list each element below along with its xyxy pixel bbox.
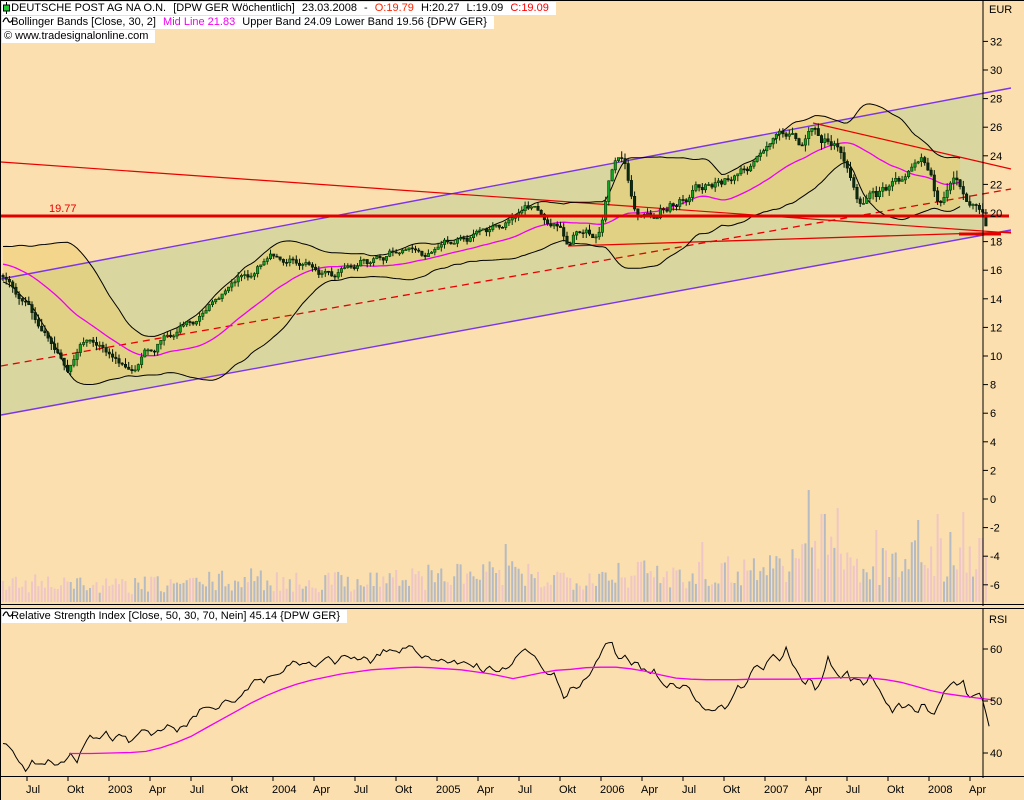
time-tick-label: Apr bbox=[641, 784, 658, 796]
time-tick-label: Okt bbox=[559, 784, 576, 796]
rsi-tick-label: 60 bbox=[990, 644, 1002, 656]
rsi-axis-unit: RSI bbox=[989, 614, 1007, 626]
time-tick-label: Okt bbox=[231, 784, 248, 796]
time-tick-label: Apr bbox=[313, 784, 330, 796]
dash-separator: - bbox=[364, 2, 368, 14]
time-tick-label: Jul bbox=[354, 784, 368, 796]
rsi-label: Relative Strength Index [Close, 50, 30, … bbox=[11, 610, 340, 622]
price-tick-label: 8 bbox=[990, 380, 996, 392]
price-alert-label: 19.77 bbox=[49, 203, 77, 215]
time-tick-label: Okt bbox=[67, 784, 84, 796]
price-tick-label: 32 bbox=[990, 36, 1002, 48]
rsi-tick-label: 40 bbox=[990, 748, 1002, 760]
time-tick-label: 2008 bbox=[928, 784, 952, 796]
price-tick-label: -2 bbox=[990, 523, 1000, 535]
bollinger-header: Bollinger Bands [Close, 30, 2] Mid Line … bbox=[2, 16, 494, 29]
price-tick-label: 14 bbox=[990, 294, 1002, 306]
price-tick-label: 2 bbox=[990, 465, 996, 477]
time-tick-label: Okt bbox=[723, 784, 740, 796]
time-tick-label: 2007 bbox=[764, 784, 788, 796]
copyright-text: © www.tradesignalonline.com bbox=[4, 30, 148, 42]
price-tick-label: 12 bbox=[990, 322, 1002, 334]
low-value: L:19.09 bbox=[467, 2, 504, 14]
time-tick-label: Okt bbox=[395, 784, 412, 796]
price-tick-label: 0 bbox=[990, 494, 996, 506]
quote-date: 23.03.2008 bbox=[302, 2, 357, 14]
time-tick-label: Apr bbox=[477, 784, 494, 796]
price-tick-label: -4 bbox=[990, 551, 1000, 563]
price-tick-label: 20 bbox=[990, 208, 1002, 220]
time-tick-label: Apr bbox=[969, 784, 986, 796]
price-tick-label: 28 bbox=[990, 94, 1002, 106]
time-axis[interactable]: Jul Okt 2003 Apr Jul Okt 2004 Apr Jul Okt 2005 Apr J… bbox=[1, 777, 1024, 800]
bollinger-bands-values: Upper Band 24.09 Lower Band 19.56 {DPW G… bbox=[242, 16, 487, 28]
price-tick-label: 6 bbox=[990, 408, 996, 420]
price-tick-label: 22 bbox=[990, 179, 1002, 191]
open-value: O:19.79 bbox=[375, 2, 414, 14]
time-tick-label: 2004 bbox=[272, 784, 296, 796]
close-value: C:19.09 bbox=[510, 2, 549, 14]
time-tick-label: 2003 bbox=[108, 784, 132, 796]
time-tick-label: 2006 bbox=[600, 784, 624, 796]
high-value: H:20.27 bbox=[421, 2, 460, 14]
price-axis-unit: EUR bbox=[989, 4, 1012, 16]
price-chart-panel[interactable]: 19.77EUR32302826242220181614121086420-2-… bbox=[1, 0, 1024, 605]
price-tick-label: 10 bbox=[990, 351, 1002, 363]
rsi-line[interactable] bbox=[3, 642, 989, 771]
price-tick-label: 26 bbox=[990, 122, 1002, 134]
time-tick-label: Jul bbox=[682, 784, 696, 796]
bollinger-mid-value: Mid Line 21.83 bbox=[163, 16, 235, 28]
time-ticks[interactable]: Jul Okt 2003 Apr Jul Okt 2004 Apr Jul Okt 2005 Apr J… bbox=[26, 777, 986, 796]
instrument-context: [DPW GER Wöchentlich] bbox=[173, 2, 295, 14]
time-tick-label: Jul bbox=[518, 784, 532, 796]
bollinger-label: Bollinger Bands [Close, 30, 2] bbox=[11, 16, 156, 28]
volume-bars bbox=[2, 490, 987, 602]
copyright-notice: © www.tradesignalonline.com bbox=[2, 30, 155, 43]
rsi-header: Relative Strength Index [Close, 50, 30, … bbox=[2, 610, 347, 623]
price-tick-label: -6 bbox=[990, 580, 1000, 592]
time-axis-canvas: Jul Okt 2003 Apr Jul Okt 2004 Apr Jul Okt 2005 Apr J… bbox=[1, 777, 1024, 800]
time-tick-label: 2005 bbox=[436, 784, 460, 796]
price-tick-label: 18 bbox=[990, 237, 1002, 249]
rsi-axis[interactable]: RSI 60 50 40 bbox=[983, 614, 1007, 760]
price-tick-label: 16 bbox=[990, 265, 1002, 277]
rsi-chart-canvas[interactable]: RSI 60 50 40 bbox=[1, 609, 1024, 778]
price-tick-label: 24 bbox=[990, 151, 1002, 163]
rsi-tick-label: 50 bbox=[990, 696, 1002, 708]
rsi-indicator-panel[interactable]: RSI 60 50 40 Relative Strength Index [Close… bbox=[1, 608, 1024, 777]
time-tick-label: Jul bbox=[190, 784, 204, 796]
time-tick-label: Jul bbox=[846, 784, 860, 796]
time-tick-label: Jul bbox=[26, 784, 40, 796]
price-tick-label: 30 bbox=[990, 65, 1002, 77]
time-tick-label: Apr bbox=[805, 784, 822, 796]
instrument-name: DEUTSCHE POST AG NA O.N. bbox=[11, 2, 166, 14]
price-tick-label: 4 bbox=[990, 437, 996, 449]
time-tick-label: Okt bbox=[887, 784, 904, 796]
time-tick-label: Apr bbox=[149, 784, 166, 796]
price-chart-canvas[interactable]: 19.77EUR32302826242220181614121086420-2-… bbox=[1, 1, 1024, 606]
rsi-moving-average-line[interactable] bbox=[69, 667, 994, 753]
tradesignal-chart-window: 19.77EUR32302826242220181614121086420-2-… bbox=[0, 0, 1024, 800]
instrument-header: DEUTSCHE POST AG NA O.N. [DPW GER Wöchen… bbox=[2, 2, 556, 15]
